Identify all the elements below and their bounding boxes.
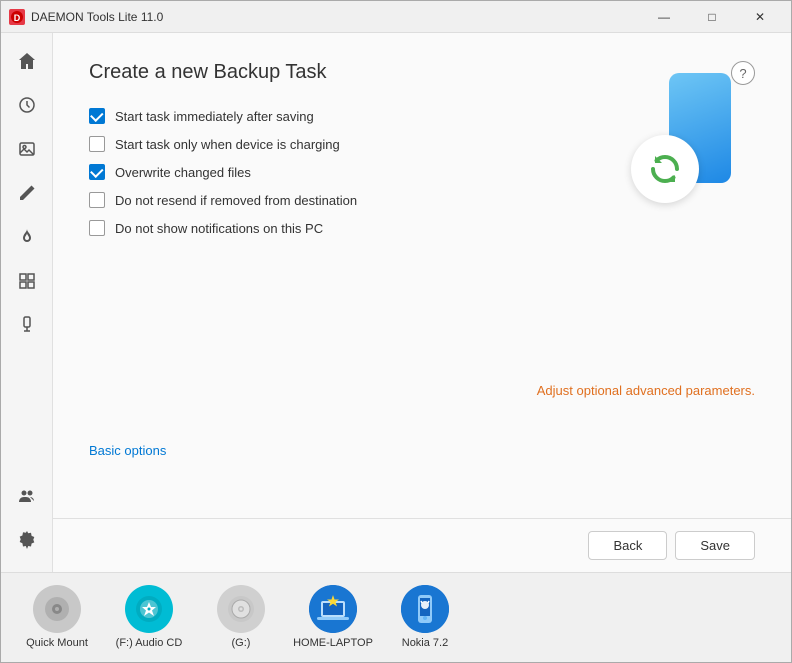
checkbox-5[interactable] [89,220,105,236]
quick-mount-label: Quick Mount [26,637,88,650]
app-icon: D [9,9,25,25]
checkbox-row-5: Do not show notifications on this PC [89,220,755,236]
main-area: ? Create a new Backup Task Start task im… [1,33,791,572]
close-button[interactable]: ✕ [737,1,783,33]
save-button[interactable]: Save [675,531,755,560]
home-laptop-label: HOME-LAPTOP [293,637,373,650]
minimize-button[interactable]: — [641,1,687,33]
taskbar: Quick Mount (F:) Audio CD [1,572,791,662]
checkbox-label-4: Do not resend if removed from destinatio… [115,193,357,208]
maximize-button[interactable]: □ [689,1,735,33]
taskbar-item-home-laptop[interactable]: HOME-LAPTOP [293,585,373,650]
checkbox-label-1: Start task immediately after saving [115,109,314,124]
back-button[interactable]: Back [588,531,667,560]
taskbar-item-quick-mount[interactable]: Quick Mount [17,585,97,650]
taskbar-item-g-drive[interactable]: (G:) [201,585,281,650]
sidebar [1,33,53,572]
sidebar-item-people[interactable] [7,476,47,516]
title-bar: D DAEMON Tools Lite 11.0 — □ ✕ [1,1,791,33]
checkbox-label-3: Overwrite changed files [115,165,251,180]
sidebar-item-burn[interactable] [7,217,47,257]
sidebar-item-home[interactable] [7,41,47,81]
help-button[interactable]: ? [731,61,755,85]
sync-icon [631,135,699,203]
sidebar-item-settings[interactable] [7,520,47,560]
sidebar-item-clock[interactable] [7,85,47,125]
checkbox-label-5: Do not show notifications on this PC [115,221,323,236]
window-title: DAEMON Tools Lite 11.0 [31,10,641,24]
checkbox-4[interactable] [89,192,105,208]
advanced-params-text[interactable]: Adjust optional advanced parameters. [537,383,755,398]
g-drive-label: (G:) [232,637,251,650]
backup-illustration [631,73,731,203]
audio-cd-icon [125,585,173,633]
content-area: ? Create a new Backup Task Start task im… [53,33,791,572]
basic-options-link[interactable]: Basic options [89,443,166,458]
taskbar-item-nokia[interactable]: Nokia 7.2 [385,585,465,650]
home-laptop-icon [309,585,357,633]
sidebar-item-images[interactable] [7,129,47,169]
sidebar-item-edit[interactable] [7,173,47,213]
nokia-label: Nokia 7.2 [402,637,448,650]
checkbox-3[interactable] [89,164,105,180]
g-drive-icon [217,585,265,633]
svg-text:D: D [14,13,21,23]
sidebar-item-device[interactable] [7,305,47,345]
content-main: ? Create a new Backup Task Start task im… [53,33,791,518]
action-buttons: Back Save [53,518,791,572]
checkbox-label-2: Start task only when device is charging [115,137,340,152]
quick-mount-icon [33,585,81,633]
sidebar-item-scan[interactable] [7,261,47,301]
checkbox-2[interactable] [89,136,105,152]
window-controls: — □ ✕ [641,1,783,33]
main-window: D DAEMON Tools Lite 11.0 — □ ✕ [0,0,792,663]
nokia-icon [401,585,449,633]
taskbar-item-audio-cd[interactable]: (F:) Audio CD [109,585,189,650]
audio-cd-label: (F:) Audio CD [116,637,183,650]
checkbox-1[interactable] [89,108,105,124]
